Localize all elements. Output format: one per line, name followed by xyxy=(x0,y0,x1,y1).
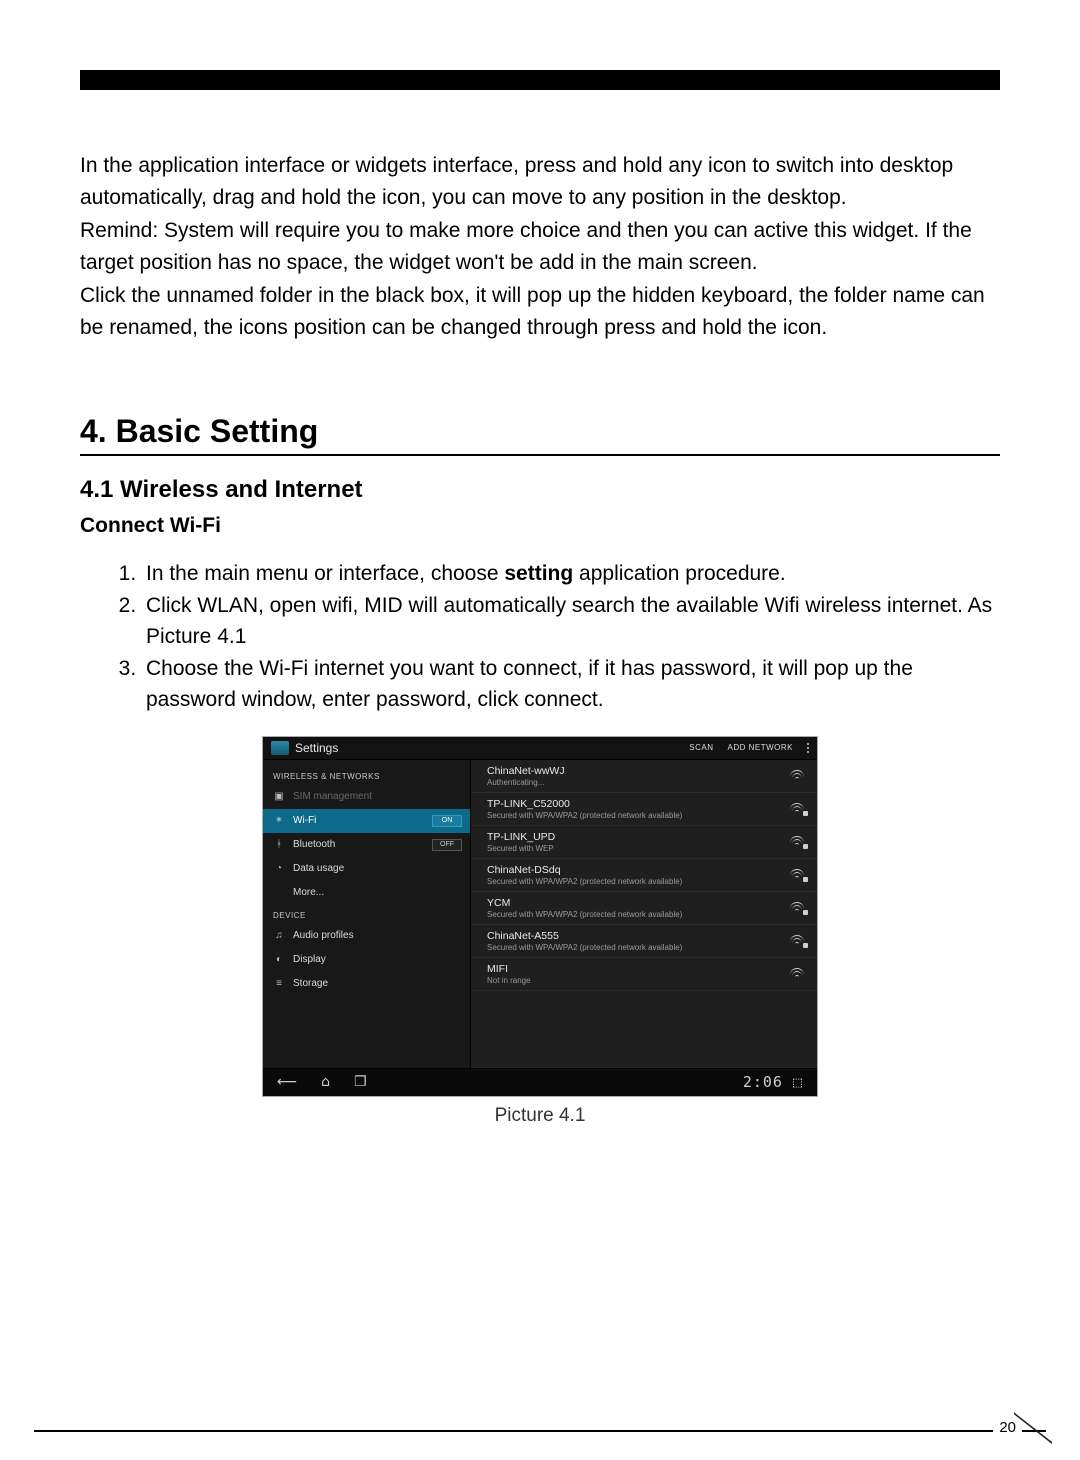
sidebar-label-wifi: Wi-Fi xyxy=(293,815,316,826)
wifi-network-row[interactable]: TP-LINK_C52000Secured with WPA/WPA2 (pro… xyxy=(471,793,817,826)
sidebar-item-storage[interactable]: ≡ Storage xyxy=(263,972,470,996)
settings-icon xyxy=(271,741,289,755)
sidebar-item-sim[interactable]: ▣ SIM management xyxy=(263,785,470,809)
android-navbar: ⟵ ⌂ ❐ 2:06 ⬚ xyxy=(263,1068,817,1096)
bluetooth-toggle[interactable]: OFF xyxy=(432,839,462,851)
network-subtitle: Secured with WEP xyxy=(487,844,555,853)
network-name: TP-LINK_UPD xyxy=(487,831,555,843)
network-subtitle: Secured with WPA/WPA2 (protected network… xyxy=(487,811,682,820)
recents-icon[interactable]: ❐ xyxy=(354,1074,367,1090)
sidebar-label-storage: Storage xyxy=(293,978,328,989)
wifi-network-row[interactable]: MIFINot in range xyxy=(471,958,817,991)
step-3: Choose the Wi-Fi internet you want to co… xyxy=(142,653,1000,716)
sidebar-label-display: Display xyxy=(293,954,326,965)
overflow-menu-icon[interactable] xyxy=(807,743,809,753)
step-2: Click WLAN, open wifi, MID will automati… xyxy=(142,590,1000,653)
status-clock: 2:06 ⬚ xyxy=(743,1073,803,1091)
wifi-signal-icon xyxy=(789,902,805,914)
sidebar-item-data-usage[interactable]: ◔ Data usage xyxy=(263,857,470,881)
network-name: MIFI xyxy=(487,963,531,975)
network-name: ChinaNet-A555 xyxy=(487,930,682,942)
data-usage-icon: ◔ xyxy=(273,863,285,875)
intro-paragraph-1: In the application interface or widgets … xyxy=(80,150,1000,213)
back-icon[interactable]: ⟵ xyxy=(277,1074,297,1090)
wifi-signal-icon xyxy=(789,803,805,815)
wifi-network-row[interactable]: ChinaNet-A555Secured with WPA/WPA2 (prot… xyxy=(471,925,817,958)
display-icon: ◐ xyxy=(273,954,285,966)
wifi-network-row[interactable]: YCMSecured with WPA/WPA2 (protected netw… xyxy=(471,892,817,925)
sidebar-label-sim: SIM management xyxy=(293,791,372,802)
sidebar-category-device: DEVICE xyxy=(263,905,470,924)
top-rule xyxy=(80,70,1000,90)
network-name: TP-LINK_C52000 xyxy=(487,798,682,810)
network-name: YCM xyxy=(487,897,682,909)
scan-button[interactable]: SCAN xyxy=(689,743,713,752)
sim-icon: ▣ xyxy=(273,791,285,803)
network-subtitle: Not in range xyxy=(487,976,531,985)
wifi-network-row[interactable]: TP-LINK_UPDSecured with WEP xyxy=(471,826,817,859)
screenshot-titlebar: Settings SCAN ADD NETWORK xyxy=(263,737,817,760)
intro-block: In the application interface or widgets … xyxy=(80,150,1000,343)
step-1b-bold: setting xyxy=(504,562,573,585)
step-1: In the main menu or interface, choose se… xyxy=(142,558,1000,590)
sidebar-item-bluetooth[interactable]: ᚼ Bluetooth OFF xyxy=(263,833,470,857)
wifi-signal-icon xyxy=(789,836,805,848)
bluetooth-icon: ᚼ xyxy=(273,839,285,851)
wifi-network-list: ChinaNet-wwWJAuthenticating...TP-LINK_C5… xyxy=(471,760,817,1068)
steps-list: In the main menu or interface, choose se… xyxy=(80,558,1000,716)
settings-sidebar: WIRELESS & NETWORKS ▣ SIM management ✶ W… xyxy=(263,760,471,1068)
step-1a: In the main menu or interface, choose xyxy=(146,562,504,585)
add-network-button[interactable]: ADD NETWORK xyxy=(728,743,794,752)
wifi-signal-icon xyxy=(789,770,805,782)
sidebar-item-wifi[interactable]: ✶ Wi-Fi ON xyxy=(263,809,470,833)
screenshot-caption: Picture 4.1 xyxy=(80,1105,1000,1127)
intro-paragraph-2: Remind: System will require you to make … xyxy=(80,215,1000,278)
sidebar-item-audio[interactable]: ♫ Audio profiles xyxy=(263,924,470,948)
more-icon xyxy=(273,887,285,899)
step-1c: application procedure. xyxy=(573,562,785,585)
section-heading: 4. Basic Setting xyxy=(80,413,1000,456)
network-name: ChinaNet-DSdq xyxy=(487,864,682,876)
network-subtitle: Secured with WPA/WPA2 (protected network… xyxy=(487,910,682,919)
sidebar-label-more: More... xyxy=(293,887,324,898)
sidebar-label-data: Data usage xyxy=(293,863,344,874)
storage-icon: ≡ xyxy=(273,978,285,990)
embedded-screenshot: Settings SCAN ADD NETWORK WIRELESS & NET… xyxy=(262,736,818,1097)
subsub-heading: Connect Wi-Fi xyxy=(80,514,1000,538)
wifi-signal-icon xyxy=(789,968,805,980)
sidebar-label-bluetooth: Bluetooth xyxy=(293,839,335,850)
subsection-heading: 4.1 Wireless and Internet xyxy=(80,476,1000,504)
home-icon[interactable]: ⌂ xyxy=(321,1074,330,1090)
wifi-icon: ✶ xyxy=(273,815,285,827)
network-subtitle: Secured with WPA/WPA2 (protected network… xyxy=(487,943,682,952)
audio-icon: ♫ xyxy=(273,930,285,942)
network-subtitle: Secured with WPA/WPA2 (protected network… xyxy=(487,877,682,886)
page-corner-fold xyxy=(1014,1406,1052,1444)
wifi-signal-icon xyxy=(789,869,805,881)
wifi-network-row[interactable]: ChinaNet-DSdqSecured with WPA/WPA2 (prot… xyxy=(471,859,817,892)
settings-title: Settings xyxy=(295,741,338,755)
sidebar-item-display[interactable]: ◐ Display xyxy=(263,948,470,972)
sidebar-item-more[interactable]: More... xyxy=(263,881,470,905)
wifi-signal-icon xyxy=(789,935,805,947)
sidebar-label-audio: Audio profiles xyxy=(293,930,354,941)
network-name: ChinaNet-wwWJ xyxy=(487,765,565,777)
wifi-network-row[interactable]: ChinaNet-wwWJAuthenticating... xyxy=(471,760,817,793)
intro-paragraph-3: Click the unnamed folder in the black bo… xyxy=(80,280,1000,343)
network-subtitle: Authenticating... xyxy=(487,778,565,787)
wifi-toggle[interactable]: ON xyxy=(432,815,462,827)
sidebar-category-wireless: WIRELESS & NETWORKS xyxy=(263,766,470,785)
page-footer: 20 xyxy=(0,1430,1080,1432)
